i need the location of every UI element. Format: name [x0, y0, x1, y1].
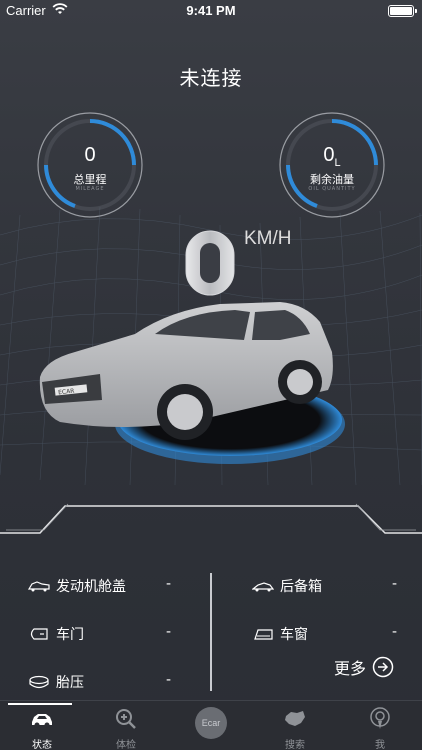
window-value: - [392, 624, 398, 640]
tab-checkup-label: 体检 [116, 740, 136, 750]
trunk-value-wrap: - [392, 576, 397, 592]
tab-active-indicator [8, 703, 72, 705]
hood-value-wrap: - [166, 576, 171, 592]
car-door-icon [30, 628, 48, 640]
status-bar: Carrier 9:41 PM [0, 0, 422, 22]
tire-value: - [166, 672, 172, 688]
tab-profile-label: 我 [375, 740, 385, 750]
door-value: - [166, 624, 172, 640]
map-icon [285, 711, 305, 726]
column-separator [210, 573, 212, 691]
fuel-number: 0 [323, 144, 335, 166]
speed-unit: KM/H [244, 228, 292, 249]
profile-icon [370, 707, 390, 729]
fuel-unit: L [334, 157, 341, 169]
car-trunk-icon [252, 582, 274, 592]
car-hood-icon [28, 581, 50, 592]
status-item-tire[interactable]: 胎压 [28, 672, 84, 692]
tab-search[interactable]: 搜索 [253, 701, 337, 750]
window-value-wrap: - [392, 624, 397, 640]
more-button[interactable]: 更多 [334, 655, 394, 679]
tab-profile[interactable]: 我 [338, 701, 422, 750]
tire-icon [29, 675, 49, 689]
mileage-sublabel: MILEAGE [75, 186, 105, 192]
window-label: 车窗 [280, 627, 308, 643]
tab-checkup[interactable]: 体检 [84, 701, 168, 750]
door-value-wrap: - [166, 624, 171, 640]
car-window-icon [254, 629, 273, 640]
checkup-icon [116, 709, 136, 729]
clock: 9:41 PM [186, 3, 236, 18]
fuel-label: 剩余油量 [310, 173, 354, 186]
status-item-door[interactable]: 车门 [28, 624, 84, 644]
car-image: ECAR [39, 302, 345, 464]
tab-status[interactable]: 状态 [0, 701, 84, 750]
connection-status: 未连接 [179, 66, 243, 90]
status-item-hood[interactable]: 发动机舱盖 [28, 576, 126, 596]
more-label: 更多 [334, 659, 367, 678]
battery-icon [388, 5, 417, 17]
status-item-window[interactable]: 车窗 [252, 624, 308, 644]
tab-status-label: 状态 [32, 740, 52, 750]
tire-value-wrap: - [166, 672, 171, 688]
door-label: 车门 [56, 627, 84, 643]
arrow-right-circle-icon [372, 656, 394, 678]
mileage-label: 总里程 [73, 173, 107, 186]
tab-ecar[interactable]: Ecar [195, 707, 227, 739]
status-item-trunk[interactable]: 后备箱 [252, 576, 322, 596]
tire-label: 胎压 [56, 675, 84, 691]
section-divider [0, 503, 422, 534]
trunk-value: - [392, 576, 398, 592]
trunk-label: 后备箱 [280, 579, 322, 595]
hood-label: 发动机舱盖 [56, 579, 126, 595]
fuel-sublabel: OIL QUANTITY [308, 186, 356, 192]
tab-search-label: 搜索 [285, 740, 305, 750]
fuel-value: 0L [277, 144, 387, 169]
hood-value: - [166, 576, 172, 592]
mileage-value: 0 [84, 144, 96, 166]
car-icon [32, 714, 52, 728]
